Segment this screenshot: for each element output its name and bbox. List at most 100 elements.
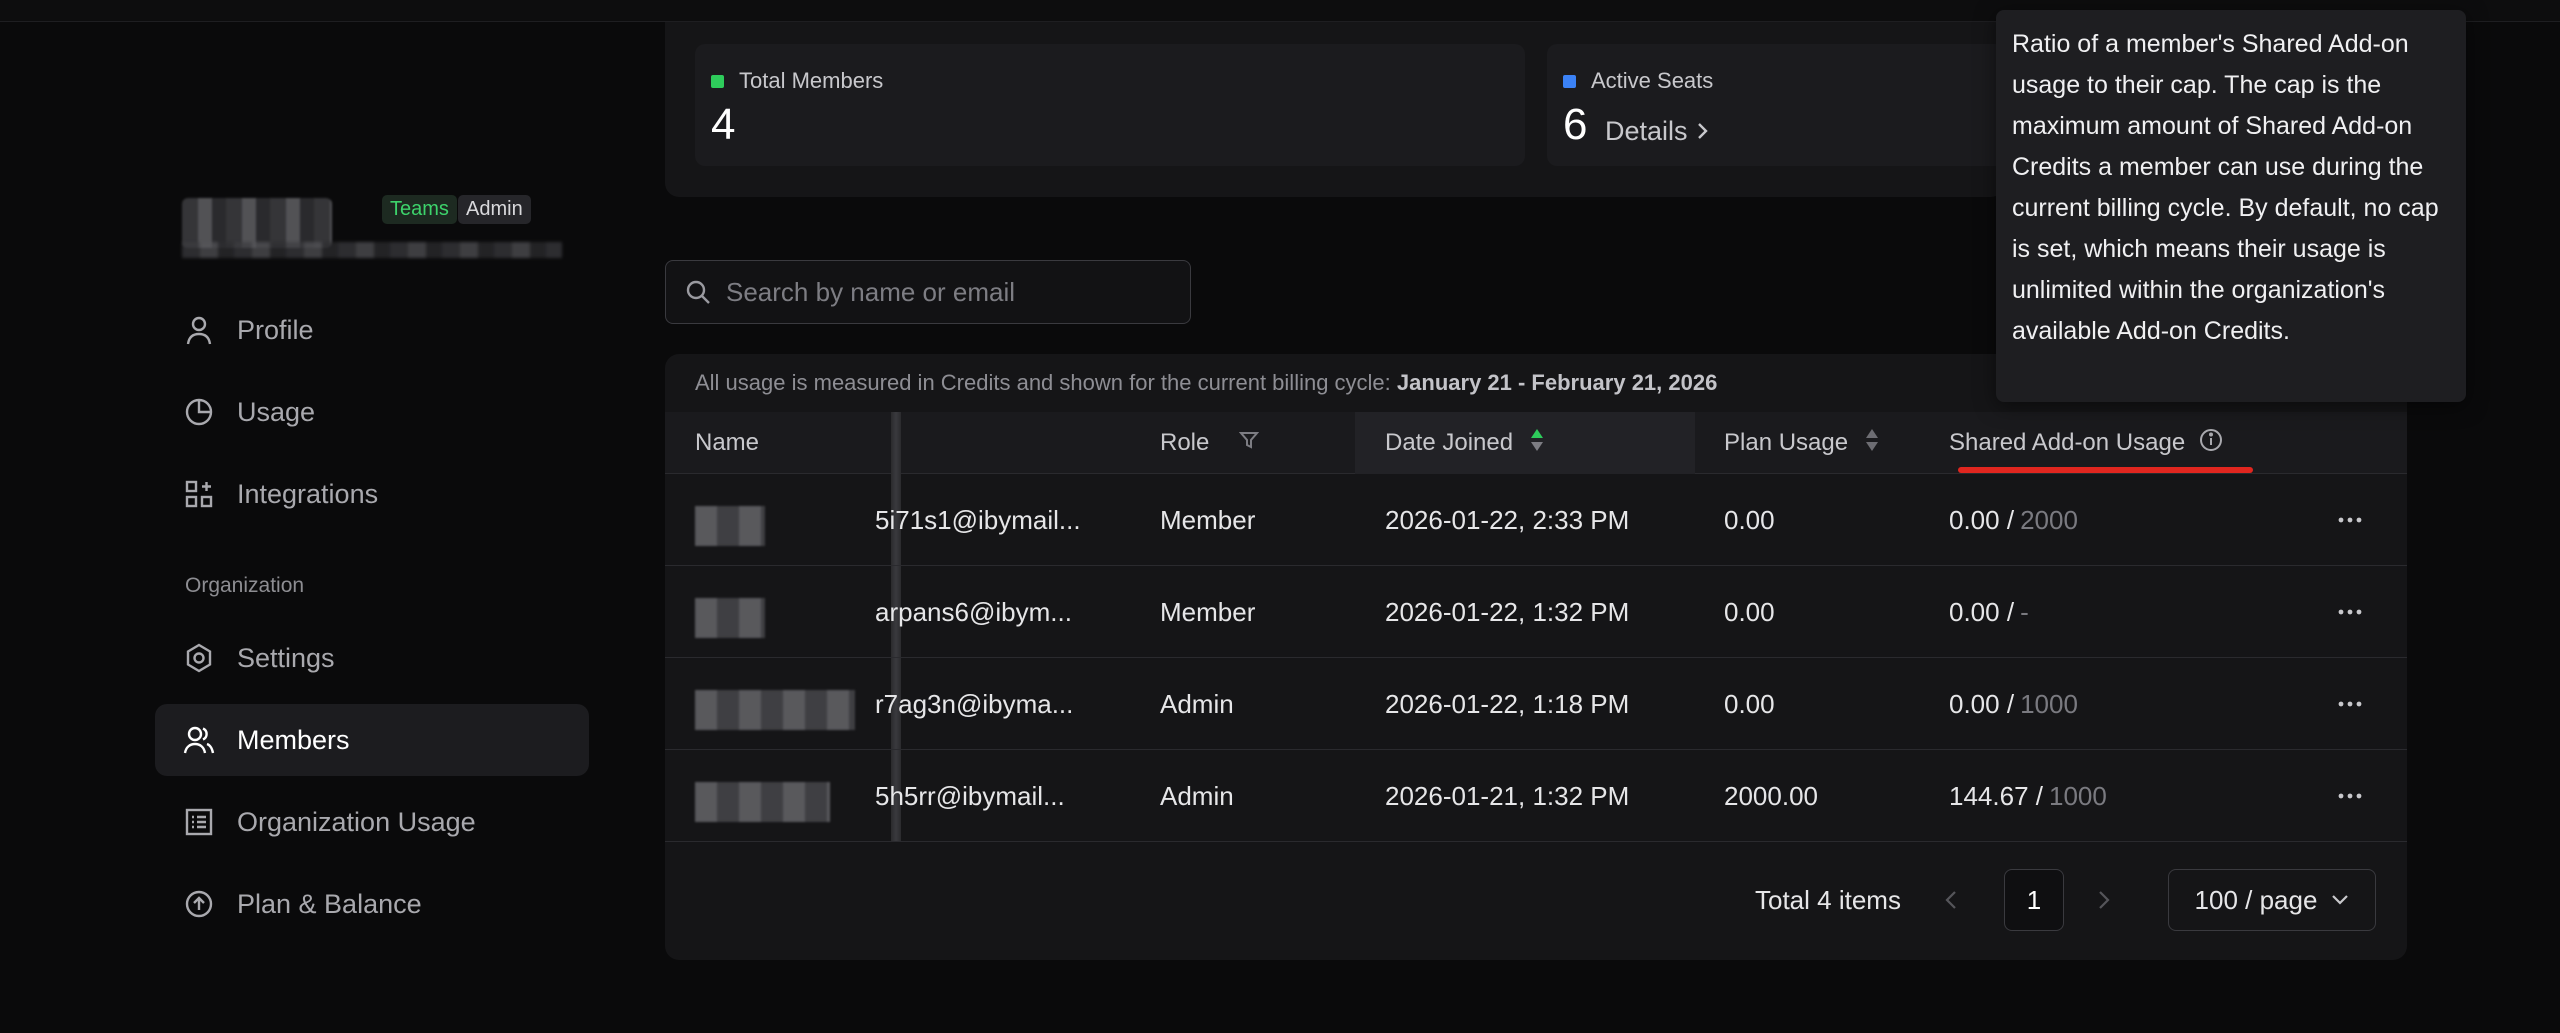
redacted-member-name xyxy=(695,506,765,546)
more-horizontal-icon xyxy=(2338,793,2362,799)
members-table-panel: All usage is measured in Credits and sho… xyxy=(665,354,2407,960)
table-row[interactable]: 5h5rr@ibymail... Admin 2026-01-21, 1:32 … xyxy=(665,750,2407,842)
table-row[interactable]: 5i71s1@ibymail... Member 2026-01-22, 2:3… xyxy=(665,474,2407,566)
total-members-card: Total Members 4 xyxy=(695,44,1525,166)
sort-icon[interactable] xyxy=(1864,427,1880,460)
grid-plus-icon xyxy=(183,478,215,510)
shared-cap: 1000 xyxy=(2020,688,2078,719)
member-role: Admin xyxy=(1160,688,1234,719)
member-email: r7ag3n@ibyma... xyxy=(875,688,1074,719)
member-plan-usage: 0.00 xyxy=(1724,504,1775,535)
stat-label: Total Members xyxy=(739,68,884,93)
redacted-user-email xyxy=(182,242,562,258)
table-row[interactable]: r7ag3n@ibyma... Admin 2026-01-22, 1:18 P… xyxy=(665,658,2407,750)
hexagon-gear-icon xyxy=(183,642,215,674)
nav-label: Plan & Balance xyxy=(237,888,422,919)
nav-label: Profile xyxy=(237,314,314,345)
arrow-up-circle-icon xyxy=(183,888,215,920)
member-plan-usage: 0.00 xyxy=(1724,688,1775,719)
redacted-member-name xyxy=(695,782,830,822)
member-date-joined: 2026-01-22, 1:18 PM xyxy=(1385,688,1630,719)
nav-members[interactable]: Members xyxy=(155,704,589,776)
filter-icon[interactable] xyxy=(1239,429,1260,457)
list-icon xyxy=(183,806,215,838)
member-role: Admin xyxy=(1160,780,1234,811)
member-role: Member xyxy=(1160,596,1256,627)
row-actions-button[interactable] xyxy=(2338,658,2362,750)
shared-cap: 2000 xyxy=(2020,504,2078,535)
column-plan-usage[interactable]: Plan Usage xyxy=(1724,412,1880,474)
page-size-select[interactable]: 100 / page xyxy=(2168,869,2376,931)
more-horizontal-icon xyxy=(2338,701,2362,707)
nav-label: Settings xyxy=(237,642,335,673)
member-shared-usage: 0.00 / 2000 xyxy=(1949,504,2078,535)
nav-profile[interactable]: Profile xyxy=(155,294,589,366)
sort-descending-icon[interactable] xyxy=(1529,427,1545,460)
member-date-joined: 2026-01-21, 1:32 PM xyxy=(1385,780,1630,811)
nav-settings[interactable]: Settings xyxy=(155,622,589,694)
table-header: Name Role Date Joined Plan Usage Shared … xyxy=(665,412,2407,474)
chevron-left-icon xyxy=(1945,891,1956,909)
nav-plan-balance[interactable]: Plan & Balance xyxy=(155,868,589,940)
shared-usage-tooltip: Ratio of a member's Shared Add-on usage … xyxy=(1996,10,2466,402)
details-link[interactable]: Details xyxy=(1605,116,1708,147)
shared-cap: - xyxy=(2020,596,2029,627)
total-members-value: 4 xyxy=(711,100,736,149)
column-name[interactable]: Name xyxy=(695,412,759,474)
row-actions-button[interactable] xyxy=(2338,474,2362,566)
nav-label: Usage xyxy=(237,396,316,427)
green-square-icon xyxy=(711,74,724,88)
nav-organization-usage[interactable]: Organization Usage xyxy=(155,786,589,858)
redacted-member-name xyxy=(695,598,765,638)
member-plan-usage: 0.00 xyxy=(1724,596,1775,627)
annotation-underline xyxy=(1958,467,2253,473)
row-actions-button[interactable] xyxy=(2338,566,2362,658)
search-box[interactable] xyxy=(665,260,1191,324)
member-plan-usage: 2000.00 xyxy=(1724,780,1818,811)
more-horizontal-icon xyxy=(2338,517,2362,523)
stat-label: Active Seats xyxy=(1591,68,1714,93)
nav-usage[interactable]: Usage xyxy=(155,376,589,448)
table-row[interactable]: arpans6@ibym... Member 2026-01-22, 1:32 … xyxy=(665,566,2407,658)
users-icon xyxy=(183,724,215,756)
member-email: 5h5rr@ibymail... xyxy=(875,780,1065,811)
chevron-down-icon xyxy=(2332,895,2349,905)
user-card: Teams Admin xyxy=(182,190,562,270)
role-badge: Admin xyxy=(458,195,531,224)
more-horizontal-icon xyxy=(2338,609,2362,615)
page-button-current[interactable]: 1 xyxy=(2004,869,2064,931)
member-email: arpans6@ibym... xyxy=(875,596,1072,627)
redacted-user-name xyxy=(182,198,332,248)
member-shared-usage: 0.00 / 1000 xyxy=(1949,688,2078,719)
total-items: Total 4 items xyxy=(1755,884,1901,915)
member-shared-usage: 144.67 / 1000 xyxy=(1949,780,2107,811)
nav-label: Members xyxy=(237,724,350,755)
member-shared-usage: 0.00 / - xyxy=(1949,596,2029,627)
redacted-member-name xyxy=(695,690,855,730)
blue-square-icon xyxy=(1563,74,1576,88)
prev-page-button[interactable] xyxy=(1945,869,1957,931)
column-role[interactable]: Role xyxy=(1160,412,1260,474)
search-input[interactable] xyxy=(726,276,1166,308)
info-icon[interactable] xyxy=(2199,428,2223,459)
column-shared-addon-usage[interactable]: Shared Add-on Usage xyxy=(1949,412,2223,474)
search-icon xyxy=(684,278,712,306)
row-actions-button[interactable] xyxy=(2338,750,2362,842)
member-email: 5i71s1@ibymail... xyxy=(875,504,1081,535)
shared-cap: 1000 xyxy=(2048,780,2107,811)
billing-range: January 21 - February 21, 2026 xyxy=(1396,370,1718,395)
member-date-joined: 2026-01-22, 1:32 PM xyxy=(1385,596,1630,627)
next-page-button[interactable] xyxy=(2098,869,2110,931)
chevron-right-icon xyxy=(2099,891,2110,909)
column-date-joined[interactable]: Date Joined xyxy=(1355,412,1695,474)
org-section-label: Organization xyxy=(185,574,305,597)
nav-integrations[interactable]: Integrations xyxy=(155,458,589,530)
nav-label: Integrations xyxy=(237,478,379,509)
user-icon xyxy=(183,314,215,346)
nav-label: Organization Usage xyxy=(237,806,476,837)
stats-panel: Total Members 4 Active Seats 6 Details xyxy=(665,22,2005,197)
active-seats-card: Active Seats 6 Details xyxy=(1547,44,2005,166)
active-seats-value: 6 xyxy=(1563,100,1588,149)
chevron-right-icon xyxy=(1696,116,1708,147)
member-role: Member xyxy=(1160,504,1256,535)
